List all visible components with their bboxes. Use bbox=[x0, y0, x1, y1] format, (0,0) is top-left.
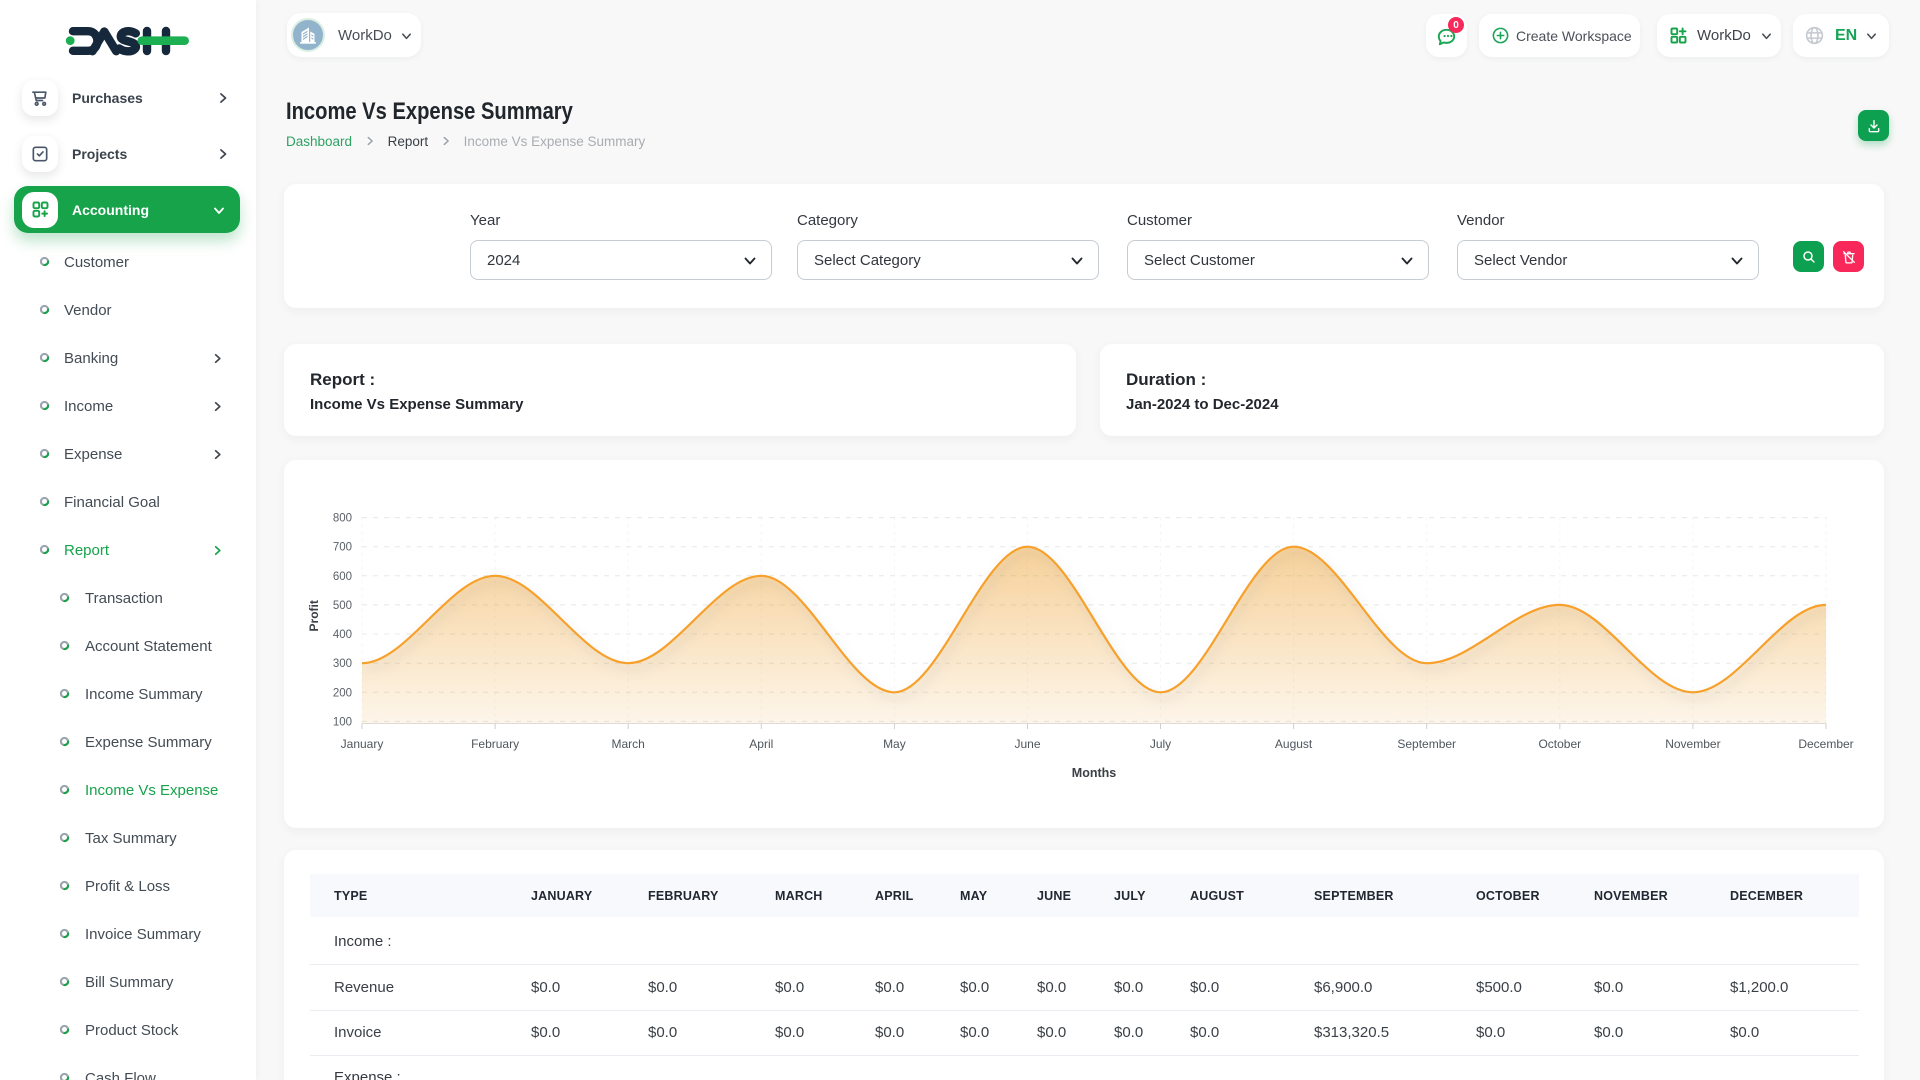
svg-text:Profit: Profit bbox=[307, 600, 321, 631]
svg-text:100: 100 bbox=[333, 716, 352, 728]
svg-text:October: October bbox=[1538, 737, 1581, 751]
svg-text:700: 700 bbox=[333, 542, 352, 554]
svg-text:May: May bbox=[883, 737, 906, 751]
svg-text:September: September bbox=[1397, 737, 1456, 751]
svg-text:200: 200 bbox=[333, 687, 352, 699]
svg-text:November: November bbox=[1665, 737, 1720, 751]
svg-text:April: April bbox=[749, 737, 773, 751]
svg-text:August: August bbox=[1275, 737, 1313, 751]
svg-text:January: January bbox=[341, 737, 384, 751]
svg-text:300: 300 bbox=[333, 658, 352, 670]
svg-text:500: 500 bbox=[333, 600, 352, 612]
svg-text:600: 600 bbox=[333, 571, 352, 583]
svg-text:February: February bbox=[471, 737, 519, 751]
svg-text:Months: Months bbox=[1072, 766, 1116, 780]
svg-text:December: December bbox=[1798, 737, 1853, 751]
svg-text:800: 800 bbox=[333, 513, 352, 525]
svg-text:400: 400 bbox=[333, 629, 352, 641]
svg-text:June: June bbox=[1014, 737, 1040, 751]
svg-text:July: July bbox=[1150, 737, 1171, 751]
svg-text:March: March bbox=[612, 737, 645, 751]
